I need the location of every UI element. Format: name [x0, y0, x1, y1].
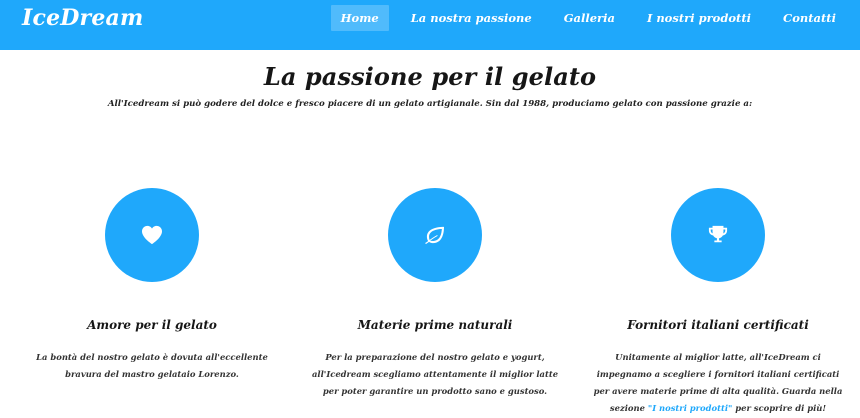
- feature-title: Amore per il gelato: [87, 317, 217, 332]
- feature-icon-circle: [388, 187, 482, 282]
- trophy-icon: [708, 225, 728, 242]
- features-section: Amore per il gelato La bontà del nostro …: [0, 118, 860, 418]
- feature-title: Fornitori italiani certificati: [627, 317, 809, 332]
- nav-contatti[interactable]: Contatti: [773, 5, 846, 31]
- page-title: La passione per il gelato: [263, 62, 597, 91]
- feature-text: Unitamente al miglior latte, all'IceDrea…: [583, 349, 853, 417]
- feature-text: La bontà del nostro gelato è dovuta all'…: [36, 351, 268, 379]
- nav-la-nostra-passione[interactable]: La nostra passione: [401, 5, 542, 31]
- feature-love: Amore per il gelato La bontà del nostro …: [17, 187, 287, 383]
- feature-title: Materie prime naturali: [357, 317, 513, 332]
- feature-natural: Materie prime naturali Per la preparazio…: [300, 187, 570, 400]
- brand-logo[interactable]: IceDream: [22, 5, 143, 31]
- feature-suppliers: Fornitori italiani certificati Unitament…: [583, 187, 853, 417]
- products-link[interactable]: "I nostri prodotti": [648, 403, 733, 413]
- heart-icon: [142, 225, 162, 244]
- intro-text: All'Icedream si può godere del dolce e f…: [107, 99, 753, 109]
- feature-text-end: per scoprire di più!: [732, 402, 827, 413]
- leaf-icon: [425, 226, 444, 244]
- main-nav: Home La nostra passione Galleria I nostr…: [325, 5, 852, 31]
- navbar: IceDream Home La nostra passione Galleri…: [0, 0, 860, 50]
- nav-i-nostri-prodotti[interactable]: I nostri prodotti: [637, 5, 761, 31]
- nav-galleria[interactable]: Galleria: [554, 5, 625, 31]
- feature-icon-circle: [671, 187, 765, 282]
- feature-icon-circle: [105, 187, 199, 282]
- feature-text: Per la preparazione del nostro gelato e …: [311, 351, 559, 396]
- nav-home[interactable]: Home: [330, 5, 389, 31]
